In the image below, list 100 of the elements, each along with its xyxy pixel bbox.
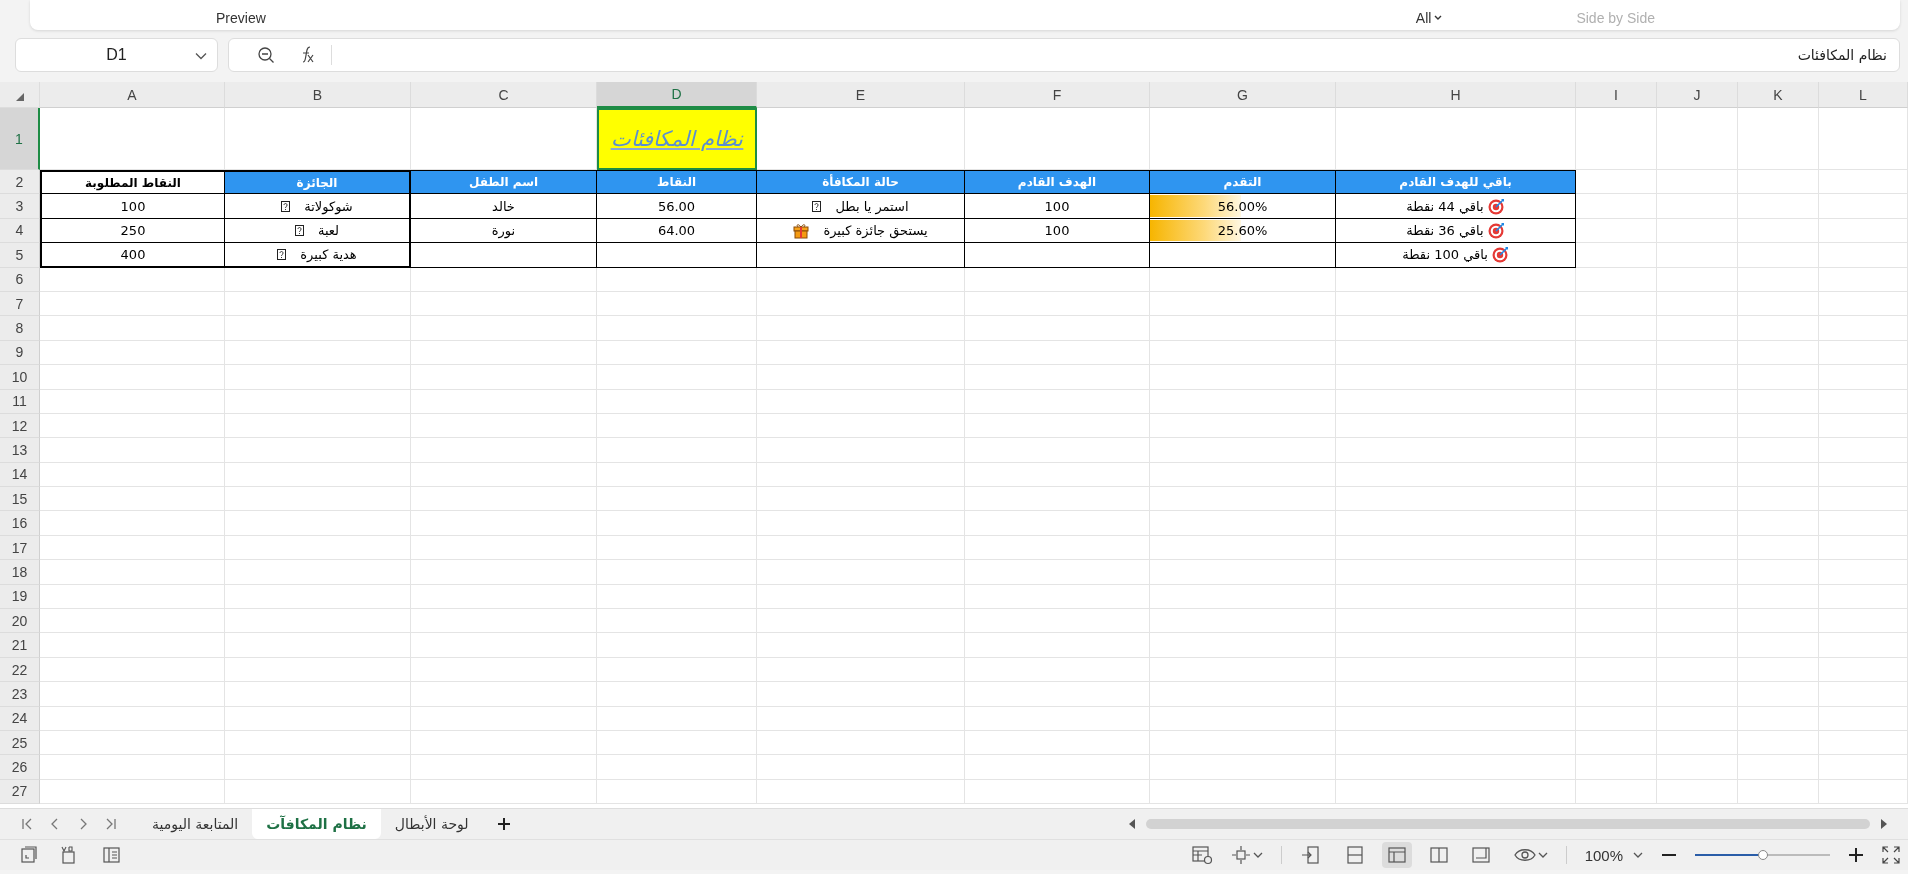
row-header[interactable]: 27: [0, 779, 40, 805]
target-icon: [1487, 197, 1505, 215]
row-header[interactable]: 13: [0, 438, 40, 463]
column-heading: حالة المكافأة: [757, 170, 965, 195]
ribbon-dropdown[interactable]: All: [1415, 10, 1443, 30]
column-header[interactable]: K: [1738, 82, 1819, 108]
zoom-in-icon[interactable]: [1848, 847, 1864, 863]
missing-glyph-icon: [281, 200, 291, 212]
ribbon-label[interactable]: Preview: [216, 10, 266, 30]
row-header[interactable]: 6: [0, 267, 40, 292]
sheet-tab[interactable]: لوحة الأبطال: [380, 809, 483, 839]
target-icon: [1487, 221, 1505, 239]
column-header[interactable]: L: [1819, 82, 1908, 108]
table-settings-icon[interactable]: [1190, 845, 1213, 865]
caret-icon[interactable]: [1252, 851, 1263, 859]
column-header[interactable]: H: [1336, 82, 1576, 108]
eye-icon[interactable]: [1513, 847, 1536, 863]
row-header[interactable]: 3: [0, 194, 40, 219]
column-header[interactable]: I: [1576, 82, 1657, 108]
scrollbar-thumb[interactable]: [1146, 819, 1870, 829]
add-sheet-icon[interactable]: [496, 817, 511, 831]
table-cell[interactable]: لعبة: [225, 218, 411, 244]
row-header[interactable]: 7: [0, 291, 40, 317]
table-cell[interactable]: شوكولاتة: [225, 194, 411, 219]
target-icon: [1491, 246, 1509, 264]
table-cell[interactable]: 56.00: [597, 194, 757, 219]
row-header[interactable]: 25: [0, 731, 40, 756]
column-header[interactable]: D: [597, 82, 757, 108]
row-header[interactable]: 15: [0, 487, 40, 512]
table-cell[interactable]: 250: [40, 218, 225, 244]
column-header[interactable]: E: [757, 82, 965, 108]
column-heading: التقدم: [1150, 170, 1336, 195]
table-cell[interactable]: باقي 44 نقطة: [1336, 194, 1576, 219]
column-header[interactable]: J: [1657, 82, 1738, 108]
reading-mode-icon[interactable]: [1299, 845, 1322, 865]
grid-view-icon[interactable]: [1381, 842, 1412, 868]
column-header[interactable]: C: [411, 82, 597, 108]
column-heading: الهدف القادم: [965, 170, 1150, 195]
row-header[interactable]: 20: [0, 609, 40, 634]
column-header[interactable]: F: [965, 82, 1150, 108]
row-header[interactable]: 14: [0, 462, 40, 488]
last-sheet-icon[interactable]: [104, 817, 118, 831]
caret-icon: [1434, 15, 1443, 21]
column-heading: النقاط: [597, 170, 757, 195]
scroll-right-icon[interactable]: [1880, 819, 1888, 829]
row-header[interactable]: 16: [0, 511, 40, 536]
table-cell[interactable]: 100: [965, 218, 1150, 244]
formula-field[interactable]: نظام المكافئات: [228, 38, 1900, 72]
table-cell[interactable]: 100: [40, 194, 225, 219]
table-cell[interactable]: باقي 100 نقطة: [1336, 243, 1576, 268]
row-header[interactable]: 12: [0, 413, 40, 439]
table-cell[interactable]: استمر يا بطل: [757, 194, 965, 219]
select-all-icon[interactable]: [14, 92, 25, 102]
sheet-tab[interactable]: نظام المكافآت: [252, 809, 381, 839]
row-header[interactable]: 2: [0, 170, 40, 195]
column-heading: الجائزة: [225, 170, 411, 195]
table-cell[interactable]: يستحق جائزة كبيرة: [757, 218, 965, 244]
column-header[interactable]: G: [1150, 82, 1336, 108]
gift-icon: [793, 221, 810, 239]
row-header[interactable]: 11: [0, 389, 40, 414]
caret-icon: [195, 52, 207, 60]
row-header[interactable]: 26: [0, 755, 40, 780]
sheet-tab[interactable]: المتابعة اليومية: [138, 809, 253, 839]
row-header[interactable]: 19: [0, 584, 40, 610]
column-header[interactable]: A: [40, 82, 225, 108]
missing-glyph-icon: [812, 200, 822, 212]
table-cell[interactable]: 100: [965, 194, 1150, 219]
table-cell[interactable]: باقي 36 نقطة: [1336, 218, 1576, 244]
table-cell[interactable]: 400: [40, 243, 225, 268]
crosshair-icon[interactable]: [1230, 845, 1251, 865]
row-header[interactable]: 17: [0, 535, 40, 561]
sidebar-icon[interactable]: [102, 846, 122, 864]
table-cell[interactable]: 56.00%: [1150, 194, 1336, 219]
table-cell[interactable]: 64.00: [597, 218, 757, 244]
table-cell[interactable]: هدية كبيرة: [225, 243, 411, 268]
name-box[interactable]: D1: [15, 38, 218, 72]
row-header[interactable]: 4: [0, 218, 40, 244]
row-header[interactable]: 5: [0, 243, 40, 268]
row-header[interactable]: 22: [0, 657, 40, 683]
caret-icon[interactable]: [1537, 851, 1548, 859]
first-sheet-icon[interactable]: [20, 817, 34, 831]
row-header[interactable]: 10: [0, 365, 40, 390]
scroll-left-icon[interactable]: [1128, 819, 1136, 829]
zoom-out-icon[interactable]: [257, 46, 275, 64]
caret-icon: [1633, 851, 1643, 859]
row-header[interactable]: 1: [0, 108, 40, 170]
row-header[interactable]: 21: [0, 633, 40, 658]
fullscreen-icon[interactable]: [1882, 846, 1900, 864]
column-header[interactable]: B: [225, 82, 411, 108]
row-header[interactable]: 9: [0, 340, 40, 366]
row-header[interactable]: 24: [0, 706, 40, 731]
macro-icon[interactable]: [20, 846, 38, 864]
row-header[interactable]: 23: [0, 682, 40, 707]
table-cell[interactable]: 25.60%: [1150, 218, 1336, 244]
table-cell[interactable]: نورة: [411, 218, 597, 244]
row-header[interactable]: 8: [0, 316, 40, 341]
row-header[interactable]: 18: [0, 560, 40, 585]
formula-text: نظام المكافئات: [1797, 47, 1887, 63]
table-cell[interactable]: خالد: [411, 194, 597, 219]
zoom-level-dropdown[interactable]: 100%: [1584, 846, 1643, 864]
